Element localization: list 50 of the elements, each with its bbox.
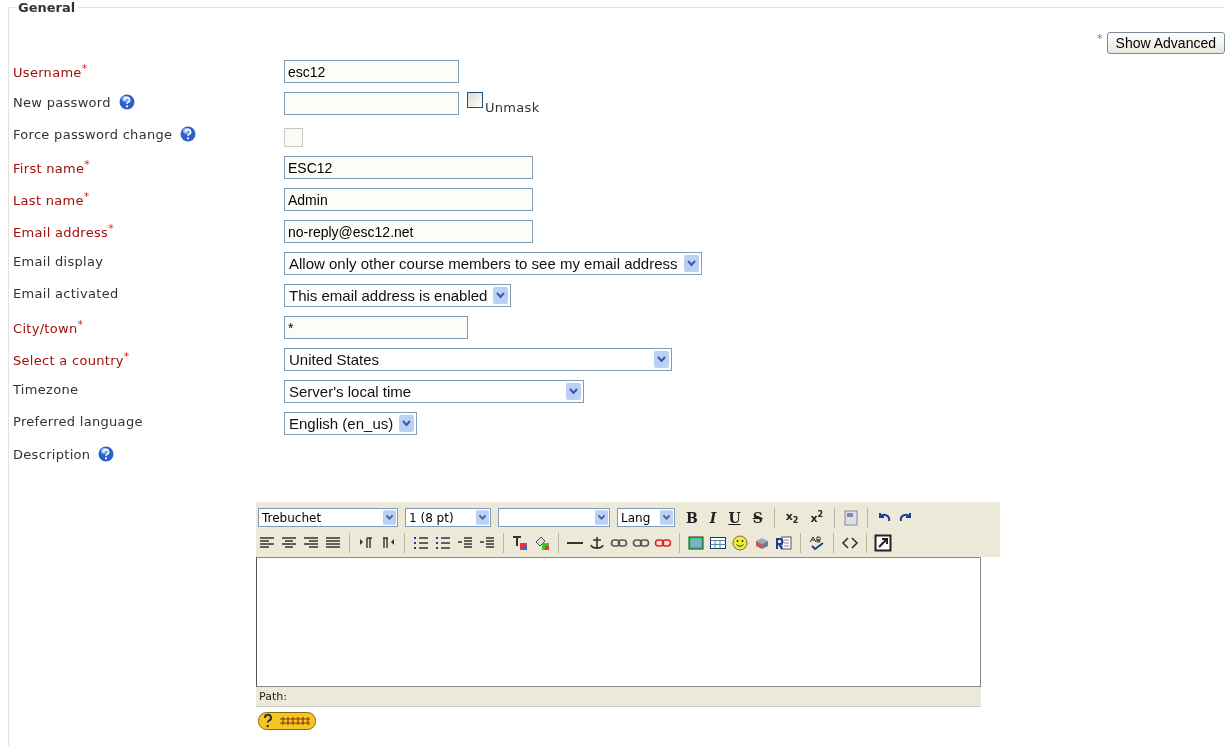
fullscreen-icon[interactable] xyxy=(874,533,892,552)
text-field[interactable]: esc12 xyxy=(284,60,459,83)
field-label: Timezone xyxy=(13,382,79,397)
format-button[interactable]: U xyxy=(724,509,745,526)
field-label: Select a country$^{*}$ xyxy=(13,350,130,369)
field-label: Username$^{*}$ xyxy=(13,62,88,81)
text-field[interactable]: ESC12 xyxy=(284,156,533,179)
field-label: Preferred language xyxy=(13,414,143,429)
smiley-icon[interactable] xyxy=(731,533,749,552)
spellcheck-icon[interactable] xyxy=(808,533,826,552)
dropdown[interactable]: English (en_us) xyxy=(284,412,418,435)
field-label: New password xyxy=(13,94,111,110)
field-label: City/town$^{*}$ xyxy=(13,318,84,337)
paste-icon[interactable] xyxy=(775,533,793,552)
field-label: Email display xyxy=(13,254,104,269)
field-label: First name$^{*}$ xyxy=(13,158,91,177)
path-label: Path: xyxy=(259,690,287,703)
image-icon[interactable] xyxy=(687,533,705,552)
text-color-icon[interactable] xyxy=(511,533,529,552)
show-advanced-button[interactable]: Show Advanced xyxy=(1106,32,1225,54)
text-field[interactable]: Admin xyxy=(284,188,533,211)
unmask-label[interactable]: Unmask xyxy=(485,100,540,115)
text-field[interactable]: * xyxy=(284,316,468,339)
field-label: Last name$^{*}$ xyxy=(13,190,90,209)
word-paste-icon[interactable] xyxy=(842,508,861,527)
toolbar-dropdown[interactable]: 1 (8 pt) xyxy=(405,508,491,527)
dropdown[interactable]: This email address is enabled xyxy=(284,284,512,307)
dropdown[interactable]: United States xyxy=(284,348,672,371)
toolbar-dropdown[interactable]: Lang xyxy=(617,508,675,527)
text-field[interactable] xyxy=(284,92,459,115)
toolbar-dropdown[interactable] xyxy=(498,508,610,527)
toolbar-dropdown[interactable]: Trebuchet xyxy=(258,508,398,527)
format-button[interactable]: I xyxy=(705,509,721,526)
required-mark: * xyxy=(1097,32,1103,45)
text-field[interactable]: no-reply@esc12.net xyxy=(284,220,533,243)
field-label: Email activated xyxy=(13,286,119,301)
dropdown[interactable]: Server's local time xyxy=(284,380,584,403)
format-button[interactable]: S xyxy=(748,509,767,526)
field-label: Description xyxy=(13,446,91,462)
help-icon[interactable] xyxy=(98,446,115,462)
superscript-button[interactable]: x$^{2}$ xyxy=(806,510,828,525)
keyboard-help-icon[interactable] xyxy=(258,712,316,730)
section-legend: General xyxy=(15,0,79,15)
field-label: Email address$^{*}$ xyxy=(13,222,114,241)
subscript-button[interactable]: x$_{2}$ xyxy=(781,509,803,526)
unmask-checkbox[interactable] xyxy=(467,92,483,108)
format-button[interactable]: B xyxy=(682,509,702,526)
help-icon[interactable] xyxy=(118,94,135,110)
field-label: Force password change xyxy=(13,126,173,142)
dropdown[interactable]: Allow only other course members to see my email address xyxy=(284,252,702,275)
